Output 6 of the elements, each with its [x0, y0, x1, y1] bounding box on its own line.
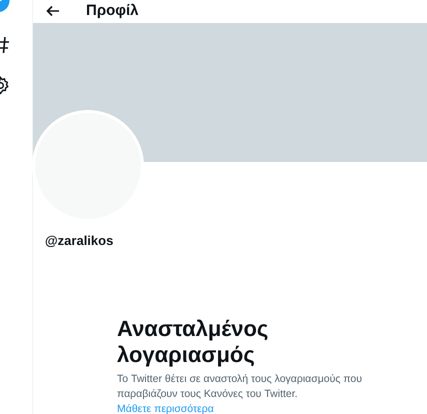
learn-more-link[interactable]: Μάθετε περισσότερα	[117, 403, 214, 414]
profile-handle: @zaralikos	[45, 232, 114, 250]
suspended-title: Ανασταλμένος λογαριασμός	[117, 316, 270, 368]
page-title: Προφίλ	[86, 1, 139, 21]
back-arrow-icon[interactable]	[46, 5, 60, 18]
suspended-message: Το Twitter θέτει σε αναστολή τους λογαριασμούς που παραβιάζουν τους Κανόνες του Twitter. Μάθετε περισσότερα	[117, 372, 364, 414]
